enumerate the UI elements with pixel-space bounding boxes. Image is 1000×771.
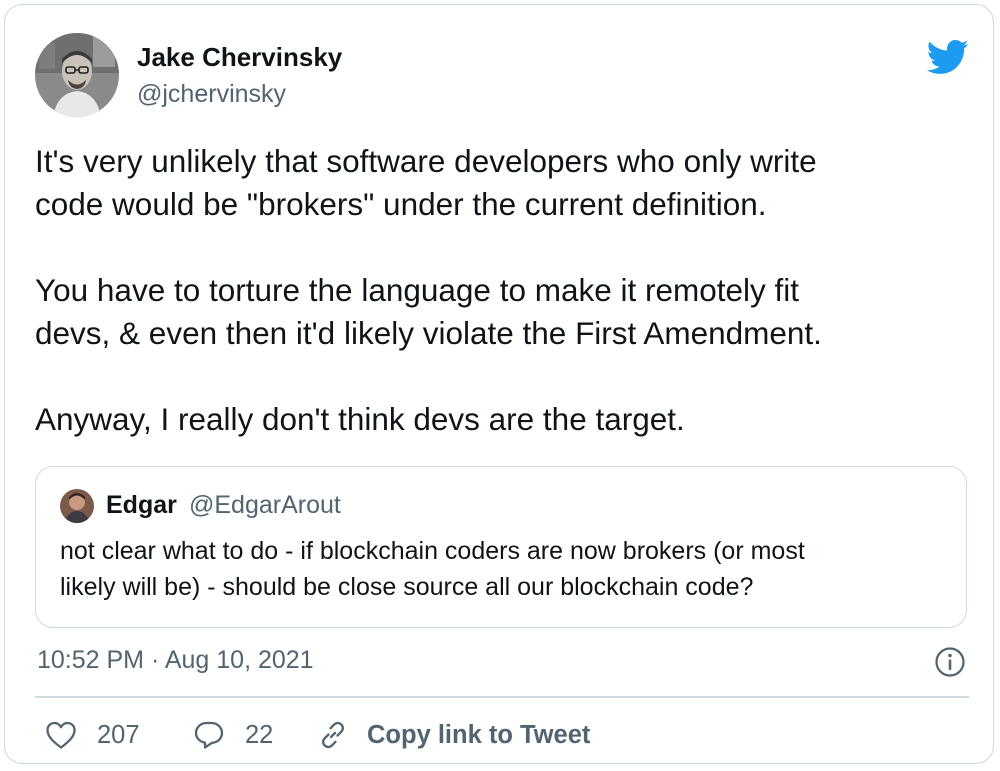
- quoted-tweet[interactable]: Edgar @EdgarArout not clear what to do -…: [35, 466, 967, 628]
- tweet-text: It's very unlikely that software develop…: [35, 140, 965, 441]
- quoted-author-avatar: [60, 489, 94, 523]
- tweet-card: Jake Chervinsky @jchervinsky It's very u…: [4, 4, 994, 764]
- quoted-tweet-text: not clear what to do - if blockchain cod…: [60, 533, 950, 605]
- tweet-line: It's very unlikely that software develop…: [35, 143, 817, 179]
- reply-button[interactable]: 22: [193, 717, 273, 753]
- reply-bubble-icon: [193, 719, 225, 751]
- quoted-tweet-line: likely will be) - should be close source…: [60, 573, 754, 601]
- heart-icon: [45, 720, 77, 750]
- copy-link-button[interactable]: Copy link to Tweet: [317, 717, 590, 753]
- tweet-timestamp[interactable]: 10:52 PM · Aug 10, 2021: [37, 646, 314, 675]
- twitter-bird-icon[interactable]: [925, 35, 969, 79]
- author-name[interactable]: Jake Chervinsky: [137, 42, 342, 73]
- like-button[interactable]: 207: [45, 717, 140, 753]
- tweet-line: devs, & even then it'd likely violate th…: [35, 315, 822, 351]
- quoted-author-handle: @EdgarArout: [189, 491, 341, 519]
- author-avatar[interactable]: [35, 33, 119, 117]
- tweet-line: code would be "brokers" under the curren…: [35, 186, 767, 222]
- info-icon[interactable]: [934, 646, 966, 678]
- like-count: 207: [97, 720, 140, 749]
- link-icon: [317, 719, 349, 751]
- quoted-tweet-line: not clear what to do - if blockchain cod…: [60, 537, 805, 565]
- reply-count: 22: [245, 720, 274, 749]
- quoted-author-name: Edgar: [106, 491, 177, 519]
- author-avatar-image: [35, 33, 119, 117]
- copy-link-label: Copy link to Tweet: [367, 720, 591, 749]
- divider: [35, 696, 969, 698]
- tweet-line: Anyway, I really don't think devs are th…: [35, 401, 685, 437]
- author-handle[interactable]: @jchervinsky: [137, 80, 286, 109]
- tweet-line: You have to torture the language to make…: [35, 272, 800, 308]
